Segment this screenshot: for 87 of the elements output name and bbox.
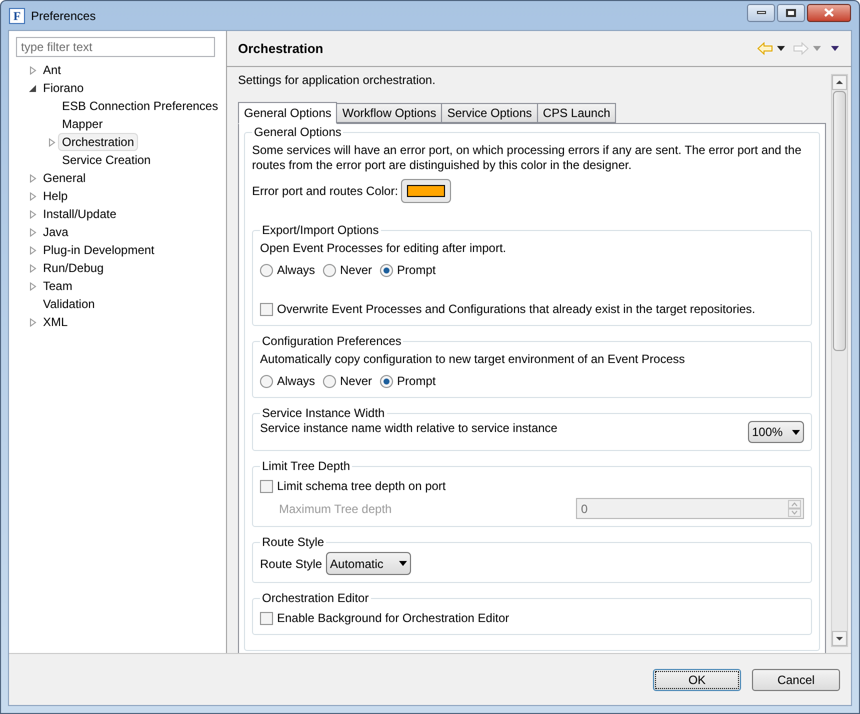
back-menu-caret-icon <box>777 46 785 51</box>
group-title: Limit Tree Depth <box>261 459 352 474</box>
radio-label[interactable]: Prompt <box>397 372 436 390</box>
radio-label[interactable]: Never <box>340 372 372 390</box>
dropdown-caret-icon <box>399 561 408 566</box>
app-logo-icon: F <box>9 8 25 24</box>
tab[interactable]: General Options <box>238 102 338 124</box>
back-arrow-icon[interactable] <box>757 42 773 55</box>
tab[interactable]: CPS Launch <box>536 103 616 123</box>
field-label: Maximum Tree depth <box>279 500 392 518</box>
group-title: Route Style <box>261 535 326 550</box>
tree-item[interactable]: General <box>39 169 90 187</box>
view-menu-caret-icon <box>831 46 839 51</box>
checkbox[interactable] <box>260 480 273 492</box>
group-title: Service Instance Width <box>261 406 386 421</box>
forward-menu-caret-icon <box>813 46 821 51</box>
tree-item[interactable]: ESB Connection Preferences <box>58 97 222 115</box>
tab[interactable]: Service Options <box>441 103 538 123</box>
tree-item[interactable]: Mapper <box>58 115 107 133</box>
scroll-down-icon[interactable] <box>832 631 847 646</box>
radio-label[interactable]: Always <box>277 372 316 390</box>
collapsed-triangle-icon[interactable] <box>29 282 37 290</box>
description-text: Some services will have an error port, on which processing errors if any are sent. The error port and the routes from the error port are distinguished by this color in the designer. <box>252 143 802 173</box>
color-picker-button[interactable] <box>401 179 452 203</box>
page-description: Settings for application orchestration. <box>238 73 436 88</box>
collapsed-triangle-icon[interactable] <box>29 264 37 272</box>
radio-button[interactable] <box>323 264 336 276</box>
tree-item[interactable]: Help <box>39 187 72 205</box>
expanded-triangle-icon[interactable] <box>29 84 37 92</box>
field-label: Error port and routes Color: <box>252 183 398 200</box>
tree-item[interactable]: Orchestration <box>58 133 138 151</box>
collapsed-triangle-icon[interactable] <box>29 228 37 236</box>
radio-button[interactable] <box>380 374 394 388</box>
tree-item[interactable]: Install/Update <box>39 205 120 223</box>
ok-button[interactable]: OK <box>653 668 741 690</box>
scroll-up-icon[interactable] <box>832 75 847 90</box>
filter-field[interactable]: type filter text <box>16 37 215 57</box>
field-label: Route Style <box>260 556 322 572</box>
window-title: Preferences <box>31 8 96 24</box>
checkbox-label[interactable]: Limit schema tree depth on port <box>277 477 446 495</box>
maximize-button[interactable] <box>777 4 805 22</box>
tree-item[interactable]: XML <box>39 313 72 331</box>
radio-button[interactable] <box>380 264 394 276</box>
width-dropdown[interactable]: 100% <box>748 421 804 443</box>
radio-label[interactable]: Prompt <box>397 261 436 279</box>
tree-item[interactable]: Run/Debug <box>39 259 108 277</box>
collapsed-triangle-icon[interactable] <box>29 192 37 200</box>
radio-button[interactable] <box>260 374 273 388</box>
route-style-dropdown[interactable]: Automatic <box>326 552 412 575</box>
description-text: Automatically copy configuration to new target environment of an Event Process <box>260 352 686 367</box>
collapsed-triangle-icon[interactable] <box>29 246 37 254</box>
radio-button[interactable] <box>260 264 273 276</box>
tree-item[interactable]: Plug-in Development <box>39 241 158 259</box>
description-text: Open Event Processes for editing after import. <box>260 241 508 256</box>
tree-item[interactable]: Fiorano <box>39 79 88 97</box>
dropdown-caret-icon <box>792 430 800 434</box>
group-title: Orchestration Editor <box>261 591 370 606</box>
tab[interactable]: Workflow Options <box>336 103 442 123</box>
collapsed-triangle-icon[interactable] <box>29 318 37 326</box>
collapsed-triangle-icon[interactable] <box>48 138 56 146</box>
radio-label[interactable]: Always <box>277 261 316 279</box>
close-icon <box>824 8 834 17</box>
group-title: Configuration Preferences <box>261 334 402 349</box>
minimize-button[interactable] <box>747 4 775 22</box>
collapsed-triangle-icon[interactable] <box>29 210 37 218</box>
cancel-button[interactable]: Cancel <box>752 668 840 690</box>
radio-button[interactable] <box>323 374 336 388</box>
radio-label[interactable]: Never <box>340 261 372 279</box>
tree-item[interactable]: Team <box>39 277 76 295</box>
group-title: Export/Import Options <box>261 223 380 238</box>
close-button[interactable] <box>807 4 851 22</box>
checkbox-label[interactable]: Overwrite Event Processes and Configurations that already exist in the target repositories. <box>277 300 756 318</box>
tree-item[interactable]: Java <box>39 223 72 241</box>
checkbox-label[interactable]: Enable Background for Orchestration Editor <box>277 609 510 627</box>
vertical-scrollbar[interactable] <box>831 74 848 647</box>
collapsed-triangle-icon[interactable] <box>29 66 37 74</box>
scroll-thumb[interactable] <box>833 91 846 351</box>
field-label: Service instance name width relative to service instance <box>260 420 558 437</box>
checkbox[interactable] <box>260 612 273 624</box>
spin-arrows-icon[interactable] <box>788 500 801 517</box>
tree-item[interactable]: Ant <box>39 61 66 79</box>
tree-item[interactable]: Validation <box>39 295 99 313</box>
checkbox[interactable] <box>260 302 273 316</box>
page-title: Orchestration <box>238 40 324 58</box>
group-title: General Options <box>253 125 342 140</box>
tree-item[interactable]: Service Creation <box>58 151 155 169</box>
collapsed-triangle-icon[interactable] <box>29 174 37 182</box>
